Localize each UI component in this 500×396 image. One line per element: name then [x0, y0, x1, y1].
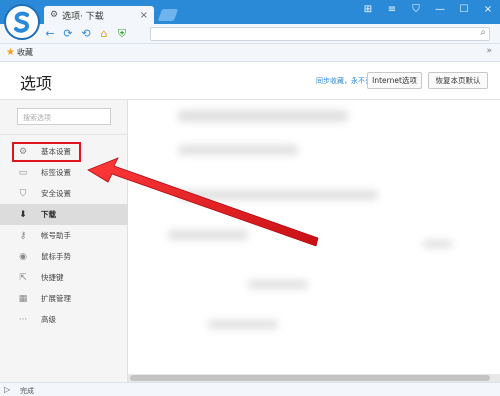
blurred-row — [423, 240, 453, 248]
navigation-bar: ← ⟳ ⟲ ⌂ ⛨ ⌕ — [0, 24, 500, 44]
sidebar-item-label: 帐号助手 — [41, 231, 71, 240]
sidebar-item-mouse-gestures[interactable]: ◉ 鼠标手势 — [0, 246, 128, 267]
scrollbar-thumb[interactable] — [130, 375, 490, 381]
shortcut-icon: ⇱ — [19, 272, 27, 283]
menu-icon[interactable]: ≡ — [386, 4, 398, 15]
gear-icon: ⚙ — [50, 10, 59, 20]
sidebar-item-label: 快捷键 — [41, 273, 64, 282]
status-bar: ▷ 完成 — [0, 382, 500, 396]
star-icon: ★ — [6, 47, 15, 58]
logo-s-icon — [14, 11, 30, 33]
shield-icon: ⛉ — [19, 188, 27, 199]
favorites-button[interactable]: ★ 收藏 — [6, 47, 33, 58]
blurred-row — [168, 230, 248, 240]
blurred-settings-panel — [128, 100, 500, 382]
grid-icon: ▦ — [18, 293, 28, 304]
new-tab-button[interactable] — [157, 9, 179, 21]
internet-options-button[interactable]: Internet选项 — [367, 72, 422, 89]
sidebar-item-label: 鼠标手势 — [41, 252, 71, 261]
blurred-row — [178, 110, 348, 122]
options-menu: ⚙ 基本设置 ▭ 标签设置 ⛉ 安全设置 ⬇ 下载 ⚷ 帐号助手 ◉ 鼠标手势 — [0, 141, 128, 330]
sidebar-item-label: 高级 — [41, 315, 56, 324]
divider — [0, 134, 128, 135]
blurred-row — [208, 320, 278, 329]
sogou-browser-logo[interactable] — [4, 4, 40, 40]
sidebar-item-security-settings[interactable]: ⛉ 安全设置 — [0, 183, 128, 204]
horizontal-scrollbar[interactable] — [128, 374, 500, 382]
download-icon: ⬇ — [19, 209, 27, 220]
sidebar-item-advanced[interactable]: ··· 高级 — [0, 309, 128, 330]
tab-options-download[interactable]: ⚙ 选项· 下载 × — [44, 6, 154, 24]
play-icon[interactable]: ▷ — [4, 385, 10, 394]
mouse-icon: ◉ — [19, 251, 27, 262]
chevron-right-icon[interactable]: » — [486, 46, 492, 56]
sidebar-item-account-helper[interactable]: ⚷ 帐号助手 — [0, 225, 128, 246]
blurred-row — [178, 190, 378, 200]
page-title: 选项 — [20, 74, 53, 93]
skin-icon[interactable]: ⛉ — [410, 4, 422, 15]
search-icon[interactable]: ⌕ — [480, 27, 486, 38]
status-text: 完成 — [20, 387, 34, 395]
more-icon: ··· — [18, 314, 28, 325]
sidebar-item-download[interactable]: ⬇ 下载 — [0, 204, 128, 225]
reset-defaults-button[interactable]: 恢复本页默认 — [428, 72, 488, 89]
bookmarks-bar: ★ 收藏 » — [0, 44, 500, 62]
sidebar-item-tab-settings[interactable]: ▭ 标签设置 — [0, 162, 128, 183]
annotation-highlight-box — [12, 142, 81, 162]
maximize-button[interactable]: ☐ — [458, 4, 470, 15]
sidebar-item-label: 标签设置 — [41, 168, 71, 177]
options-sidebar: 搜索选项 ⚙ 基本设置 ▭ 标签设置 ⛉ 安全设置 ⬇ 下载 ⚷ 帐号助手 ◉ … — [0, 100, 128, 382]
sidebar-item-label: 扩展管理 — [41, 294, 71, 303]
refresh-icon[interactable]: ⟳ — [62, 27, 74, 41]
options-header: 选项 同步收藏，永不丢失 Internet选项 恢复本页默认 — [0, 62, 500, 100]
home-icon[interactable]: ⌂ — [98, 27, 110, 41]
search-options-input[interactable]: 搜索选项 — [17, 108, 111, 125]
tab-title: 选项· 下载 — [62, 11, 104, 22]
title-bar: ⚙ 选项· 下载 × ⊞ ≡ ⛉ — ☐ × — [0, 0, 500, 24]
blurred-row — [248, 280, 308, 289]
key-icon: ⚷ — [19, 230, 27, 241]
sidebar-item-extensions[interactable]: ▦ 扩展管理 — [0, 288, 128, 309]
close-window-button[interactable]: × — [482, 4, 494, 15]
minimize-button[interactable]: — — [434, 4, 446, 15]
window-controls: ⊞ ≡ ⛉ — ☐ × — [362, 4, 494, 15]
shield-icon[interactable]: ⛨ — [116, 27, 128, 41]
favorites-label: 收藏 — [16, 48, 33, 57]
tab-icon: ▭ — [18, 167, 28, 178]
blurred-row — [178, 145, 298, 155]
back-icon[interactable]: ← — [44, 27, 56, 41]
address-bar[interactable]: ⌕ — [150, 27, 490, 41]
options-page: 选项 同步收藏，永不丢失 Internet选项 恢复本页默认 搜索选项 ⚙ 基本… — [0, 62, 500, 382]
sidebar-item-label: 安全设置 — [41, 189, 71, 198]
sidebar-toggle-icon[interactable]: ⊞ — [362, 4, 374, 15]
sidebar-item-label: 下载 — [41, 210, 56, 219]
sidebar-item-shortcuts[interactable]: ⇱ 快捷键 — [0, 267, 128, 288]
close-tab-icon[interactable]: × — [140, 10, 148, 21]
undo-icon[interactable]: ⟲ — [80, 27, 92, 41]
